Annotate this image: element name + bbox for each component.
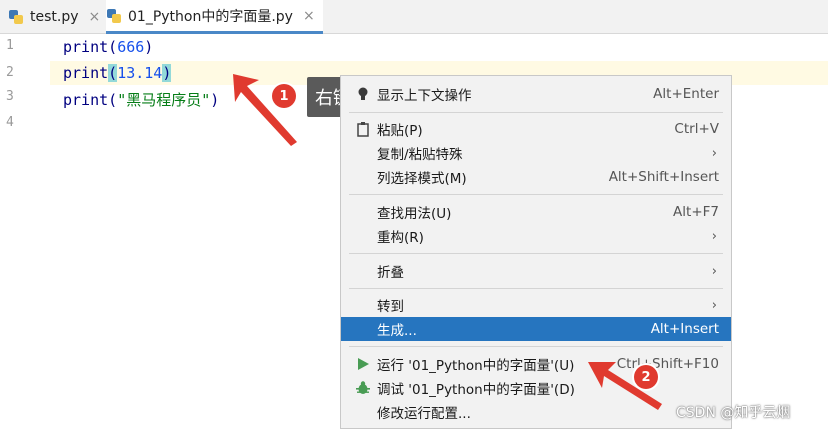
menu-separator [349, 288, 723, 289]
line-number: 3 [6, 89, 14, 104]
menu-item-edit-run-config[interactable]: 修改运行配置... [341, 400, 731, 424]
menu-separator [349, 253, 723, 254]
menu-item-folding[interactable]: 折叠 › [341, 259, 731, 283]
code-line-1[interactable]: print(666) [63, 38, 153, 56]
close-icon[interactable]: × [303, 8, 315, 24]
clipboard-icon [357, 122, 369, 137]
menu-separator [349, 112, 723, 113]
watermark: CSDN @知乎云烟 [676, 405, 791, 421]
debug-icon [356, 381, 370, 394]
menu-item-show-context-actions[interactable]: 显示上下文操作 Alt+Enter [341, 82, 731, 106]
python-file-icon [8, 9, 24, 25]
menu-item-generate[interactable]: 生成... Alt+Insert [341, 317, 731, 341]
annotation-arrow-1 [233, 74, 297, 146]
lightbulb-icon [358, 87, 368, 100]
editor-tab-bar: test.py × 01_Python中的字面量.py × [0, 0, 828, 34]
line-number: 4 [6, 115, 14, 130]
tab-label: 01_Python中的字面量.py [128, 8, 293, 25]
line-number: 2 [6, 65, 14, 80]
tab-label: test.py [30, 8, 79, 25]
tab-literal-py[interactable]: 01_Python中的字面量.py × [106, 0, 323, 34]
code-line-3[interactable]: print("黑马程序员") [63, 89, 219, 110]
menu-item-copy-paste-special[interactable]: 复制/粘贴特殊 › [341, 141, 731, 165]
menu-separator [349, 194, 723, 195]
menu-item-refactor[interactable]: 重构(R) › [341, 224, 731, 248]
context-menu: 显示上下文操作 Alt+Enter 粘贴(P) Ctrl+V 复制/粘贴特殊 › 列选… [340, 75, 732, 429]
menu-item-goto[interactable]: 转到 › [341, 293, 731, 317]
submenu-arrow-icon: › [711, 228, 717, 244]
menu-item-column-selection[interactable]: 列选择模式(M) Alt+Shift+Insert [341, 165, 731, 189]
submenu-arrow-icon: › [711, 145, 717, 161]
submenu-arrow-icon: › [711, 297, 717, 313]
code-line-2[interactable]: print(13.14) [63, 64, 172, 82]
tab-test-py[interactable]: test.py × [8, 0, 100, 33]
menu-item-debug[interactable]: 调试 '01_Python中的字面量'(D) [341, 376, 731, 400]
menu-item-paste[interactable]: 粘贴(P) Ctrl+V [341, 117, 731, 141]
annotation-badge-2: 2 [634, 365, 658, 389]
close-icon[interactable]: × [89, 9, 101, 25]
annotation-badge-1: 1 [272, 84, 296, 108]
submenu-arrow-icon: › [711, 263, 717, 279]
run-icon [358, 358, 369, 370]
menu-separator [349, 346, 723, 347]
menu-item-find-usages[interactable]: 查找用法(U) Alt+F7 [341, 200, 731, 224]
line-number-gutter: 1 2 3 4 [0, 34, 50, 429]
python-file-icon [106, 8, 122, 24]
line-number: 1 [6, 38, 14, 53]
menu-item-run[interactable]: 运行 '01_Python中的字面量'(U) Ctrl+Shift+F10 [341, 352, 731, 376]
